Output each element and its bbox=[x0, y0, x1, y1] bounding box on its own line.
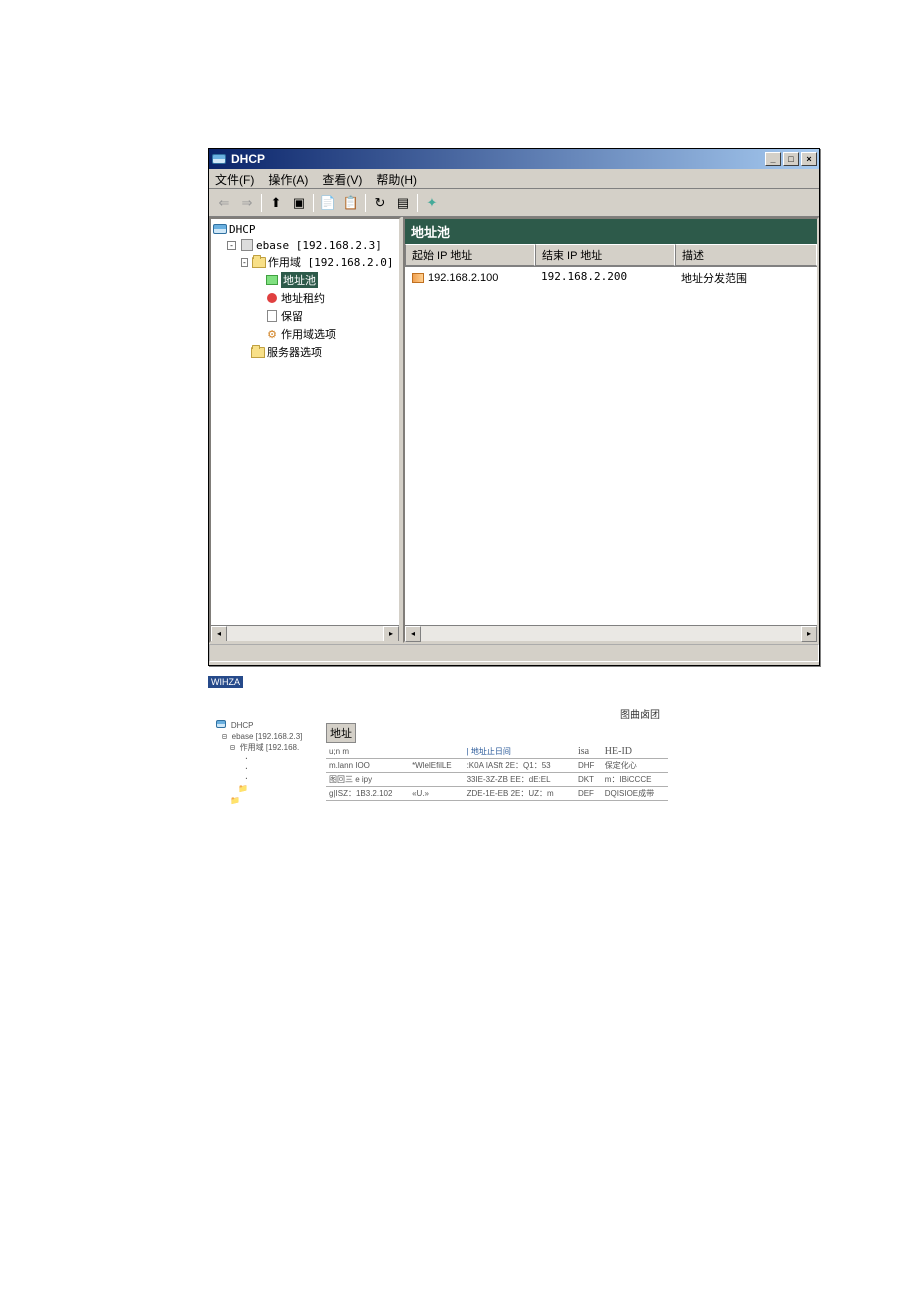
menu-view[interactable]: 查看(V) bbox=[322, 171, 362, 186]
mini-col-1: u;n m bbox=[326, 745, 409, 759]
mini-col-3: isa bbox=[575, 745, 602, 759]
maximize-button[interactable]: □ bbox=[783, 152, 799, 166]
panel-title: 地址池 bbox=[405, 219, 817, 244]
row-icon bbox=[411, 271, 425, 285]
tree-reservation[interactable]: 保留 bbox=[213, 307, 397, 325]
tree-panel: DHCP - ebase [192.168.2.3] - 作用域 [192.16… bbox=[209, 217, 401, 643]
scroll-left-icon[interactable]: ◂ bbox=[211, 626, 227, 642]
mini-tree-scope: ⊟ 作用域 [192.168. bbox=[208, 742, 324, 753]
show-hide-button[interactable]: ▣ bbox=[288, 192, 310, 214]
dhcp-window: DHCP _ □ × 文件(F) 操作(A) 查看(V) 帮助(H) ⇐ ⇒ ⬆… bbox=[208, 148, 820, 666]
server-icon bbox=[240, 238, 254, 252]
mini-col-2: 地址止日间 bbox=[471, 747, 511, 756]
column-headers: 起始 IP 地址 结束 IP 地址 描述 bbox=[405, 244, 817, 267]
tree-server[interactable]: - ebase [192.168.2.3] bbox=[213, 237, 397, 253]
col-end[interactable]: 结束 IP 地址 bbox=[535, 244, 675, 266]
col-start[interactable]: 起始 IP 地址 bbox=[405, 244, 535, 266]
mini-topright: 图曲卤团 bbox=[326, 706, 668, 721]
folder-icon bbox=[251, 345, 265, 359]
list-hscroll[interactable]: ◂ ▸ bbox=[405, 625, 817, 641]
up-button[interactable]: ⬆ bbox=[265, 192, 287, 214]
tree-root[interactable]: DHCP bbox=[213, 221, 397, 237]
mini-tree-root: DHCP bbox=[208, 720, 324, 731]
tree-lease[interactable]: 地址租约 bbox=[213, 289, 397, 307]
scroll-left-icon[interactable]: ◂ bbox=[405, 626, 421, 642]
window-title: DHCP bbox=[231, 152, 265, 166]
extra-button[interactable]: ✦ bbox=[421, 192, 443, 214]
list-button[interactable]: ▤ bbox=[392, 192, 414, 214]
mini-table: u;n m | 地址止日间 isa HE-ID m.lann IOO*WlelE… bbox=[326, 745, 668, 801]
scroll-right-icon[interactable]: ▸ bbox=[383, 626, 399, 642]
status-bar bbox=[209, 644, 819, 662]
mini-tree-server: ⊟ ebase [192.168.2.3] bbox=[208, 731, 324, 742]
reservation-icon bbox=[265, 309, 279, 323]
mini-row: m.lann IOO*WlelEfilLE:K0A IASft 2E：Q1：53… bbox=[326, 759, 668, 773]
lease-icon bbox=[265, 291, 279, 305]
row-end: 192.168.2.200 bbox=[535, 269, 675, 287]
close-button[interactable]: × bbox=[801, 152, 817, 166]
content-area: DHCP - ebase [192.168.2.3] - 作用域 [192.16… bbox=[209, 217, 819, 643]
folder-icon bbox=[252, 255, 266, 269]
mini-col-4: HE-ID bbox=[602, 745, 668, 759]
watermark: WIHZA bbox=[208, 676, 243, 688]
dhcp-icon bbox=[213, 222, 227, 236]
forward-button[interactable]: ⇒ bbox=[236, 192, 258, 214]
pool-icon bbox=[265, 273, 279, 287]
col-desc[interactable]: 描述 bbox=[675, 244, 817, 266]
list-panel: 地址池 起始 IP 地址 结束 IP 地址 描述 192.168.2.100 1… bbox=[403, 217, 819, 643]
tree-hscroll[interactable]: ◂ ▸ bbox=[211, 625, 399, 641]
menu-help[interactable]: 帮助(H) bbox=[376, 171, 417, 186]
mini-screenshot: DHCP ⊟ ebase [192.168.2.3] ⊟ 作用域 [192.16… bbox=[208, 706, 668, 807]
tree-serveropts[interactable]: 服务器选项 bbox=[213, 343, 397, 361]
tree-pool[interactable]: 地址池 bbox=[213, 271, 397, 289]
collapse-icon[interactable]: - bbox=[241, 258, 248, 267]
menu-file[interactable]: 文件(F) bbox=[215, 171, 254, 186]
properties-button[interactable]: 📄 bbox=[317, 192, 339, 214]
row-desc: 地址分发范围 bbox=[675, 269, 817, 287]
back-button[interactable]: ⇐ bbox=[213, 192, 235, 214]
minimize-button[interactable]: _ bbox=[765, 152, 781, 166]
menu-bar: 文件(F) 操作(A) 查看(V) 帮助(H) bbox=[209, 169, 819, 189]
mini-row: 图回三 e ipy33IE-3Z-ZB EE：dE:ELDKTm：IBiCCCE bbox=[326, 773, 668, 787]
row-start: 192.168.2.100 bbox=[428, 272, 498, 284]
title-bar[interactable]: DHCP _ □ × bbox=[209, 149, 819, 169]
mini-tree-item: · bbox=[208, 753, 324, 763]
collapse-icon[interactable]: - bbox=[227, 241, 236, 250]
mini-tree-item: 📁 bbox=[208, 795, 324, 807]
toolbar: ⇐ ⇒ ⬆ ▣ 📄 📋 ↻ ▤ ✦ bbox=[209, 189, 819, 217]
scroll-right-icon[interactable]: ▸ bbox=[801, 626, 817, 642]
mini-tree-item: 📁 bbox=[208, 783, 324, 795]
mini-title: 地址 bbox=[326, 723, 356, 743]
app-icon bbox=[211, 151, 227, 167]
mini-row: g|ISZ：1B3.2.102«U.»ZDE-1E-EB 2E：UZ：mDEFD… bbox=[326, 787, 668, 801]
table-row[interactable]: 192.168.2.100 192.168.2.200 地址分发范围 bbox=[405, 267, 817, 289]
export-button[interactable]: 📋 bbox=[340, 192, 362, 214]
menu-action[interactable]: 操作(A) bbox=[268, 171, 308, 186]
gear-icon: ⚙ bbox=[265, 327, 279, 341]
refresh-button[interactable]: ↻ bbox=[369, 192, 391, 214]
tree-scopeopts[interactable]: ⚙ 作用域选项 bbox=[213, 325, 397, 343]
tree-scope[interactable]: - 作用域 [192.168.2.0] r: bbox=[213, 253, 397, 271]
mini-tree-item: · bbox=[208, 773, 324, 783]
mini-tree-item: · bbox=[208, 763, 324, 773]
